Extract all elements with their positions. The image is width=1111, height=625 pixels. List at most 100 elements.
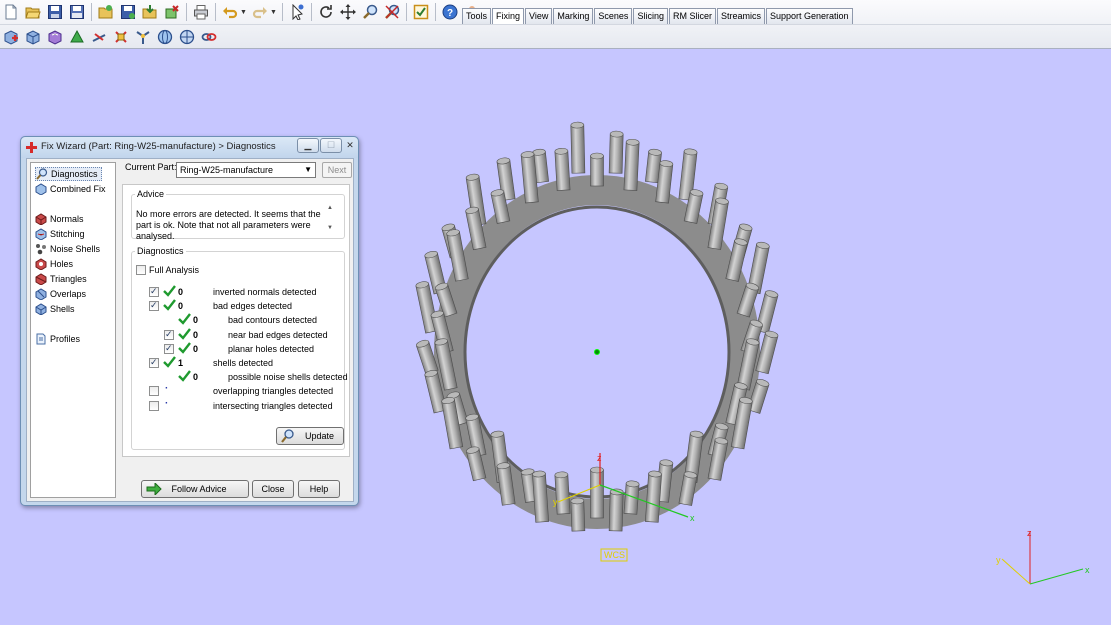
diagnostic-label: shells detected	[213, 358, 274, 368]
advice-scrollbar[interactable]: ▲ ▼	[325, 205, 335, 239]
diagnostic-checkbox[interactable]	[164, 343, 174, 354]
update-button[interactable]: Update	[276, 427, 344, 445]
pan-icon[interactable]	[338, 2, 358, 22]
marker-icon[interactable]	[133, 27, 153, 47]
export-icon[interactable]	[162, 2, 182, 22]
diagnostic-checkbox[interactable]	[164, 329, 174, 340]
tab-rm-slicer[interactable]: RM Slicer	[668, 8, 716, 24]
diagnostic-count: 0	[193, 329, 199, 340]
nav-item-triangles[interactable]: Triangles	[35, 272, 87, 286]
undo-dropdown-icon[interactable]: ▼	[240, 9, 247, 16]
nav-item-diagnostics[interactable]: Diagnostics	[35, 167, 102, 181]
redo-icon[interactable]	[250, 2, 270, 22]
open-project-icon[interactable]	[96, 2, 116, 22]
rotation-center-icon	[594, 349, 600, 355]
save-project-icon[interactable]	[118, 2, 138, 22]
diagnostic-label: possible noise shells detected	[228, 372, 348, 383]
pending-dot-icon: ·	[165, 383, 169, 395]
zoom-icon[interactable]	[360, 2, 380, 22]
triangles-icon[interactable]	[67, 27, 87, 47]
advice-text: No more errors are detected. It seems th…	[136, 209, 321, 241]
tab-marking[interactable]: Marking	[553, 8, 594, 24]
full-analysis-checkbox[interactable]	[136, 265, 146, 275]
redo-dropdown-icon[interactable]: ▼	[270, 9, 277, 16]
help-icon[interactable]: ?	[440, 2, 460, 22]
nav-item-stitching[interactable]: Stitching	[35, 227, 85, 241]
tab-fixing[interactable]: Fixing	[492, 8, 525, 24]
open-folder-icon[interactable]	[23, 2, 43, 22]
checklist-icon[interactable]	[411, 2, 431, 22]
toolbar-separator	[186, 3, 187, 21]
nav-item-label: Holes	[50, 259, 74, 269]
diagnostic-label: overlapping triangles detected	[213, 386, 334, 397]
tab-view[interactable]: View	[525, 8, 553, 24]
next-button[interactable]: Next	[322, 162, 352, 178]
close-window-button[interactable]: ✕	[343, 138, 357, 153]
tab-support-generation[interactable]: Support Generation	[765, 8, 853, 24]
zoom-extents-icon[interactable]	[382, 2, 402, 22]
triad-z-label: z	[1027, 528, 1032, 538]
dialog-titlebar[interactable]: Fix Wizard (Part: Ring-W25-manufacture) …	[21, 137, 358, 158]
maximize-icon: ☐	[326, 140, 336, 150]
close-button[interactable]: Close	[252, 480, 294, 498]
nav-item-normals[interactable]: Normals	[35, 212, 84, 226]
maximize-button[interactable]: ☐	[320, 138, 342, 153]
nav-item-holes[interactable]: Holes	[35, 257, 73, 271]
ring-pin	[590, 466, 604, 519]
full-analysis-row[interactable]: Full Analysis	[136, 264, 236, 276]
save-icon[interactable]	[45, 2, 65, 22]
toolbar-separator	[310, 3, 312, 21]
link-icon[interactable]	[199, 27, 219, 47]
nav-item-profiles[interactable]: Profiles	[35, 332, 80, 346]
help-button[interactable]: Help	[298, 480, 340, 498]
cut-icon[interactable]	[89, 27, 109, 47]
triad-y-label: y	[996, 555, 1001, 565]
tab-streamics[interactable]: Streamics	[716, 8, 765, 24]
nav-item-overlaps[interactable]: Overlaps	[35, 287, 86, 301]
normals-icon[interactable]	[23, 27, 43, 47]
nav-item-combined-fix[interactable]: Combined Fix	[35, 182, 106, 196]
new-file-icon[interactable]	[1, 2, 21, 22]
green-check-icon	[178, 313, 191, 326]
ring-pin	[554, 147, 571, 191]
nav-item-shells[interactable]: Shells	[35, 302, 75, 316]
sphere-icon[interactable]	[155, 27, 175, 47]
magnifier-icon	[36, 168, 48, 180]
ribbon-tabs: Tools Fixing View Marking Scenes Slicing…	[462, 8, 854, 24]
diagnostic-checkbox[interactable]	[149, 300, 159, 312]
tab-slicing[interactable]: Slicing	[633, 8, 668, 24]
tab-tools[interactable]: Tools	[462, 8, 492, 24]
trim-icon[interactable]	[111, 27, 131, 47]
ring-pin	[608, 130, 624, 174]
green-check-icon	[178, 342, 191, 354]
stitch-icon[interactable]	[45, 27, 65, 47]
ring-pin	[570, 121, 586, 174]
scroll-down-icon[interactable]: ▼	[325, 225, 335, 231]
diagnostic-row: 0 possible noise shells detected	[132, 370, 348, 383]
minimize-button[interactable]: ▁	[297, 138, 319, 153]
diagnostic-checkbox[interactable]	[149, 286, 159, 297]
diagnostic-count: 0	[193, 315, 199, 326]
nav-item-label: Shells	[50, 304, 75, 314]
diagnostic-checkbox[interactable]	[149, 357, 159, 368]
rotate-icon[interactable]	[316, 2, 336, 22]
diagnostic-checkbox[interactable]	[149, 400, 159, 411]
save-as-icon[interactable]	[67, 2, 87, 22]
nav-item-label: Triangles	[50, 274, 87, 284]
nav-item-noise-shells[interactable]: Noise Shells	[35, 242, 100, 256]
follow-advice-button[interactable]: Follow Advice	[141, 480, 249, 498]
import-icon[interactable]	[140, 2, 160, 22]
green-check-icon	[163, 356, 176, 368]
diagnostic-checkbox[interactable]	[149, 386, 159, 397]
undo-icon[interactable]	[220, 2, 240, 22]
current-part-dropdown[interactable]: Ring-W25-manufacture ▼	[176, 162, 316, 178]
fix-wizard-icon[interactable]	[1, 27, 21, 47]
diagnostic-row: 0 near bad edges detected	[132, 327, 342, 341]
globe-icon[interactable]	[177, 27, 197, 47]
ring-pin	[623, 480, 640, 515]
ring-part[interactable]	[415, 121, 779, 532]
green-check-icon	[163, 299, 176, 311]
print-icon[interactable]	[191, 2, 211, 22]
tab-scenes[interactable]: Scenes	[594, 8, 633, 24]
select-icon[interactable]	[287, 2, 307, 22]
